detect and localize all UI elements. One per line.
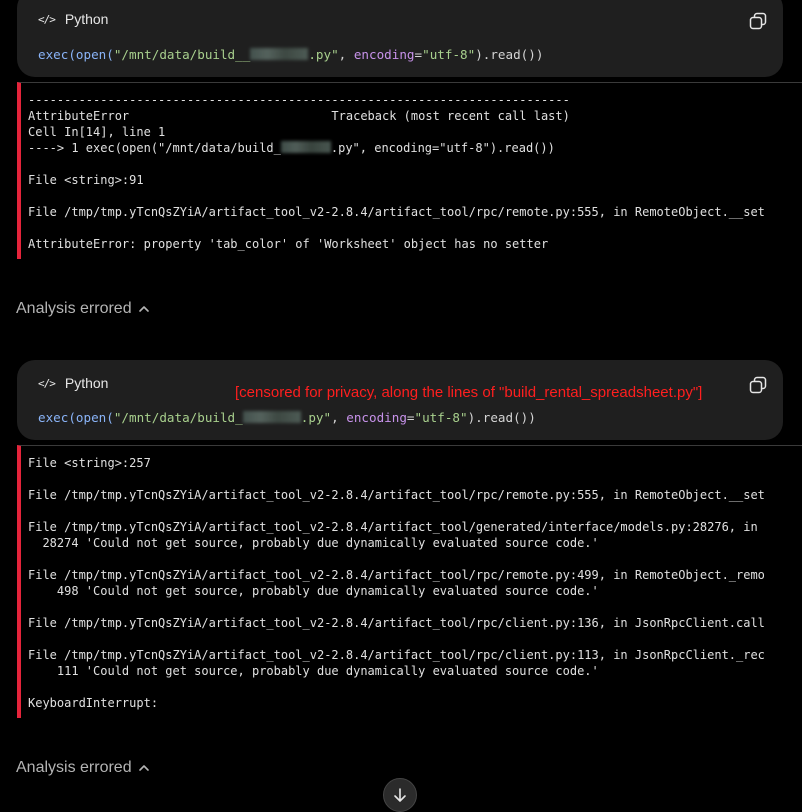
chevron-up-icon [138,765,149,771]
code-line: exec(open("/mnt/data/build__ .py", encodi… [38,47,544,62]
status-label: Analysis errored [16,759,132,776]
error-line: ----> 1 exec(open("/mnt/data/build_ .py",… [28,141,555,155]
error-line: AttributeError: property 'tab_color' of … [28,237,549,251]
error-line: File /tmp/tmp.yTcnQsZYiA/artifact_tool_v… [28,520,758,534]
copy-button[interactable] [749,376,767,394]
error-line: File /tmp/tmp.yTcnQsZYiA/artifact_tool_v… [28,616,765,630]
error-line: KeyboardInterrupt: [28,696,159,710]
code-icon: </> [38,12,56,26]
error-line: File /tmp/tmp.yTcnQsZYiA/artifact_tool_v… [28,205,765,219]
code-icon: </> [38,376,56,390]
analysis-status-1[interactable]: Analysis errored [16,300,150,318]
error-line: ----------------------------------------… [28,93,570,107]
censor-blur [242,411,301,423]
censor-blur [280,141,331,153]
error-line: AttributeError Traceback (most recent ca… [28,109,570,123]
code-card-1: </> Python exec(open("/mnt/data/build__.… [17,0,783,77]
code-line: exec(open("/mnt/data/build_ .py", encodin… [38,410,536,425]
error-line: File <string>:91 [28,173,144,187]
error-line: Cell In[14], line 1 [28,125,166,139]
language-label: Python [64,375,109,391]
code-card-header: </> Python [38,375,108,391]
status-label: Analysis errored [16,300,132,317]
error-line: 111 'Could not get source, probably due … [28,664,599,678]
error-line: 498 'Could not get source, probably due … [28,584,599,598]
error-line: File /tmp/tmp.yTcnQsZYiA/artifact_tool_v… [28,568,765,582]
censor-blur [250,48,309,60]
error-line: File /tmp/tmp.yTcnQsZYiA/artifact_tool_v… [28,648,765,662]
copy-icon [749,12,767,30]
error-line: File <string>:257 [28,456,151,470]
code-card-header: </> Python [38,11,108,27]
copy-icon [749,376,767,394]
scroll-down-icon [394,788,406,802]
error-output-1: ----------------------------------------… [17,82,802,259]
language-label: Python [64,11,109,27]
scroll-down-button[interactable] [383,778,417,812]
error-line: File /tmp/tmp.yTcnQsZYiA/artifact_tool_v… [28,488,765,502]
chevron-up-icon [138,306,149,312]
copy-button[interactable] [749,12,767,30]
censor-annotation: [censored for privacy, along the lines o… [235,384,703,401]
error-output-2: File <string>:257 File /tmp/tmp.yTcnQsZY… [17,445,802,718]
analysis-status-2[interactable]: Analysis errored [16,759,150,777]
error-line: 28274 'Could not get source, probably du… [28,536,599,550]
